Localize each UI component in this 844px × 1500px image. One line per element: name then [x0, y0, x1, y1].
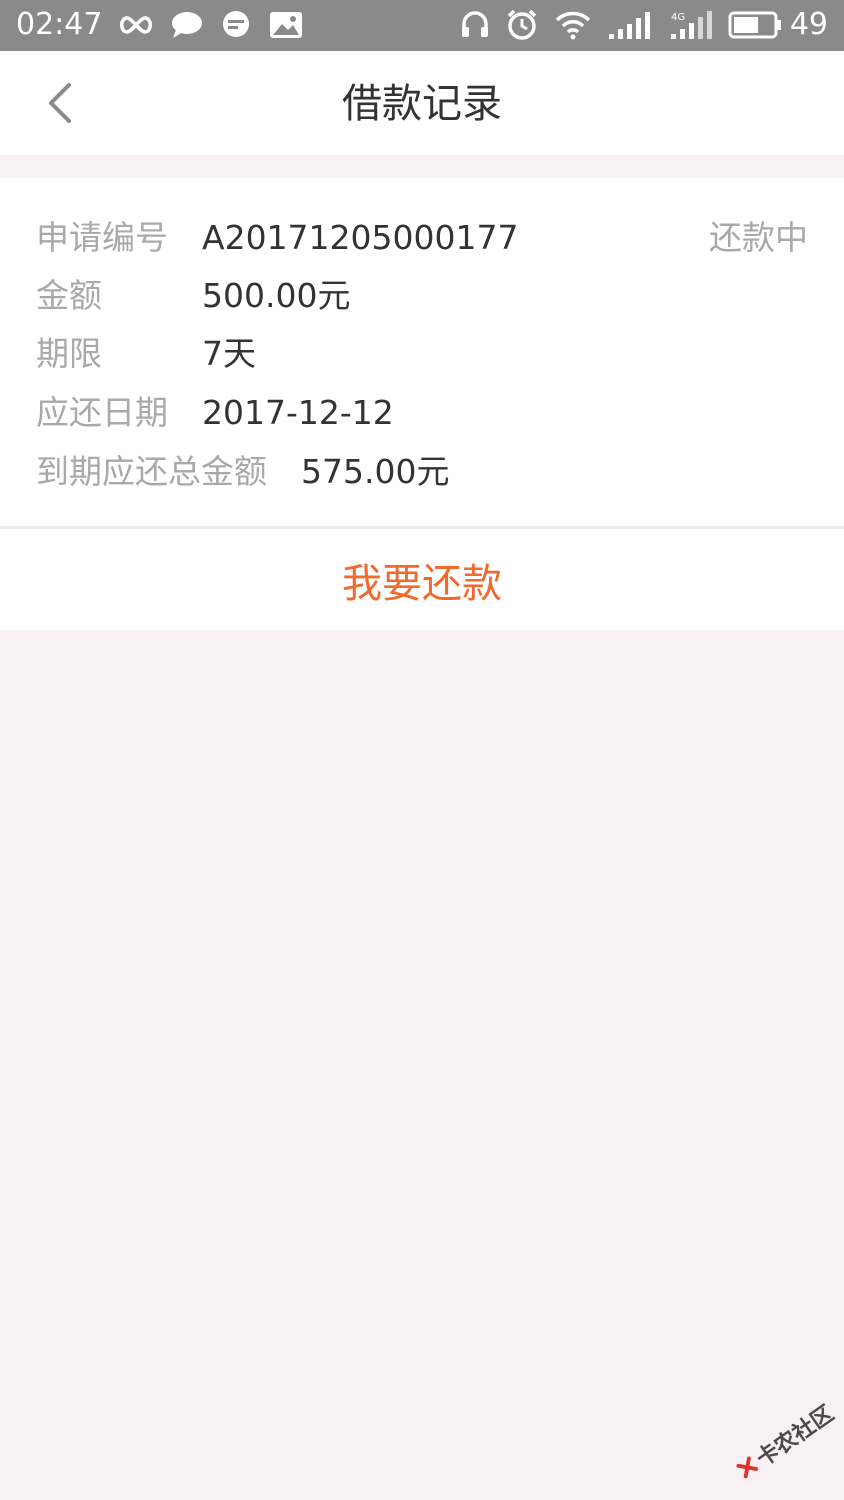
wifi-icon [554, 8, 592, 42]
image-icon [268, 8, 304, 42]
record-label: 到期应还总金额 [36, 452, 267, 491]
watermark-logo: 卡农社区 [714, 1373, 844, 1500]
record-label: 申请编号 [36, 218, 168, 257]
network-type-label: 4G [671, 12, 685, 23]
battery-percent: 49 [789, 7, 828, 42]
status-bar: 02:47 4G 49 [0, 0, 844, 51]
record-value: 7天 [202, 334, 256, 373]
page-title: 借款记录 [342, 81, 502, 127]
nav-bar: 借款记录 [0, 51, 844, 155]
repay-button[interactable]: 我要还款 [0, 529, 844, 630]
record-value: 575.00元 [301, 452, 450, 491]
signal-icon [606, 8, 652, 42]
battery-icon [728, 8, 782, 42]
alarm-icon [504, 8, 540, 42]
record-label: 金额 [36, 276, 102, 315]
record-label: 应还日期 [36, 393, 168, 432]
headset-icon [458, 8, 492, 42]
record-value: 2017-12-12 [202, 393, 394, 432]
record-label: 期限 [36, 334, 102, 373]
record-value: A20171205000177 [202, 218, 519, 257]
record-value: 500.00元 [202, 276, 351, 315]
loan-record-card: 申请编号 A20171205000177 还款中 金额 500.00元 期限 7… [0, 178, 844, 528]
status-time: 02:47 [16, 7, 103, 42]
watermark-text: 卡农社区 [752, 1401, 839, 1473]
infinity-icon [116, 8, 156, 42]
status-badge: 还款中 [709, 218, 808, 257]
message-icon [219, 8, 253, 42]
repay-button-label: 我要还款 [342, 560, 502, 607]
chat-bubble-icon [170, 8, 204, 42]
signal-4g-icon: 4G [666, 8, 714, 42]
